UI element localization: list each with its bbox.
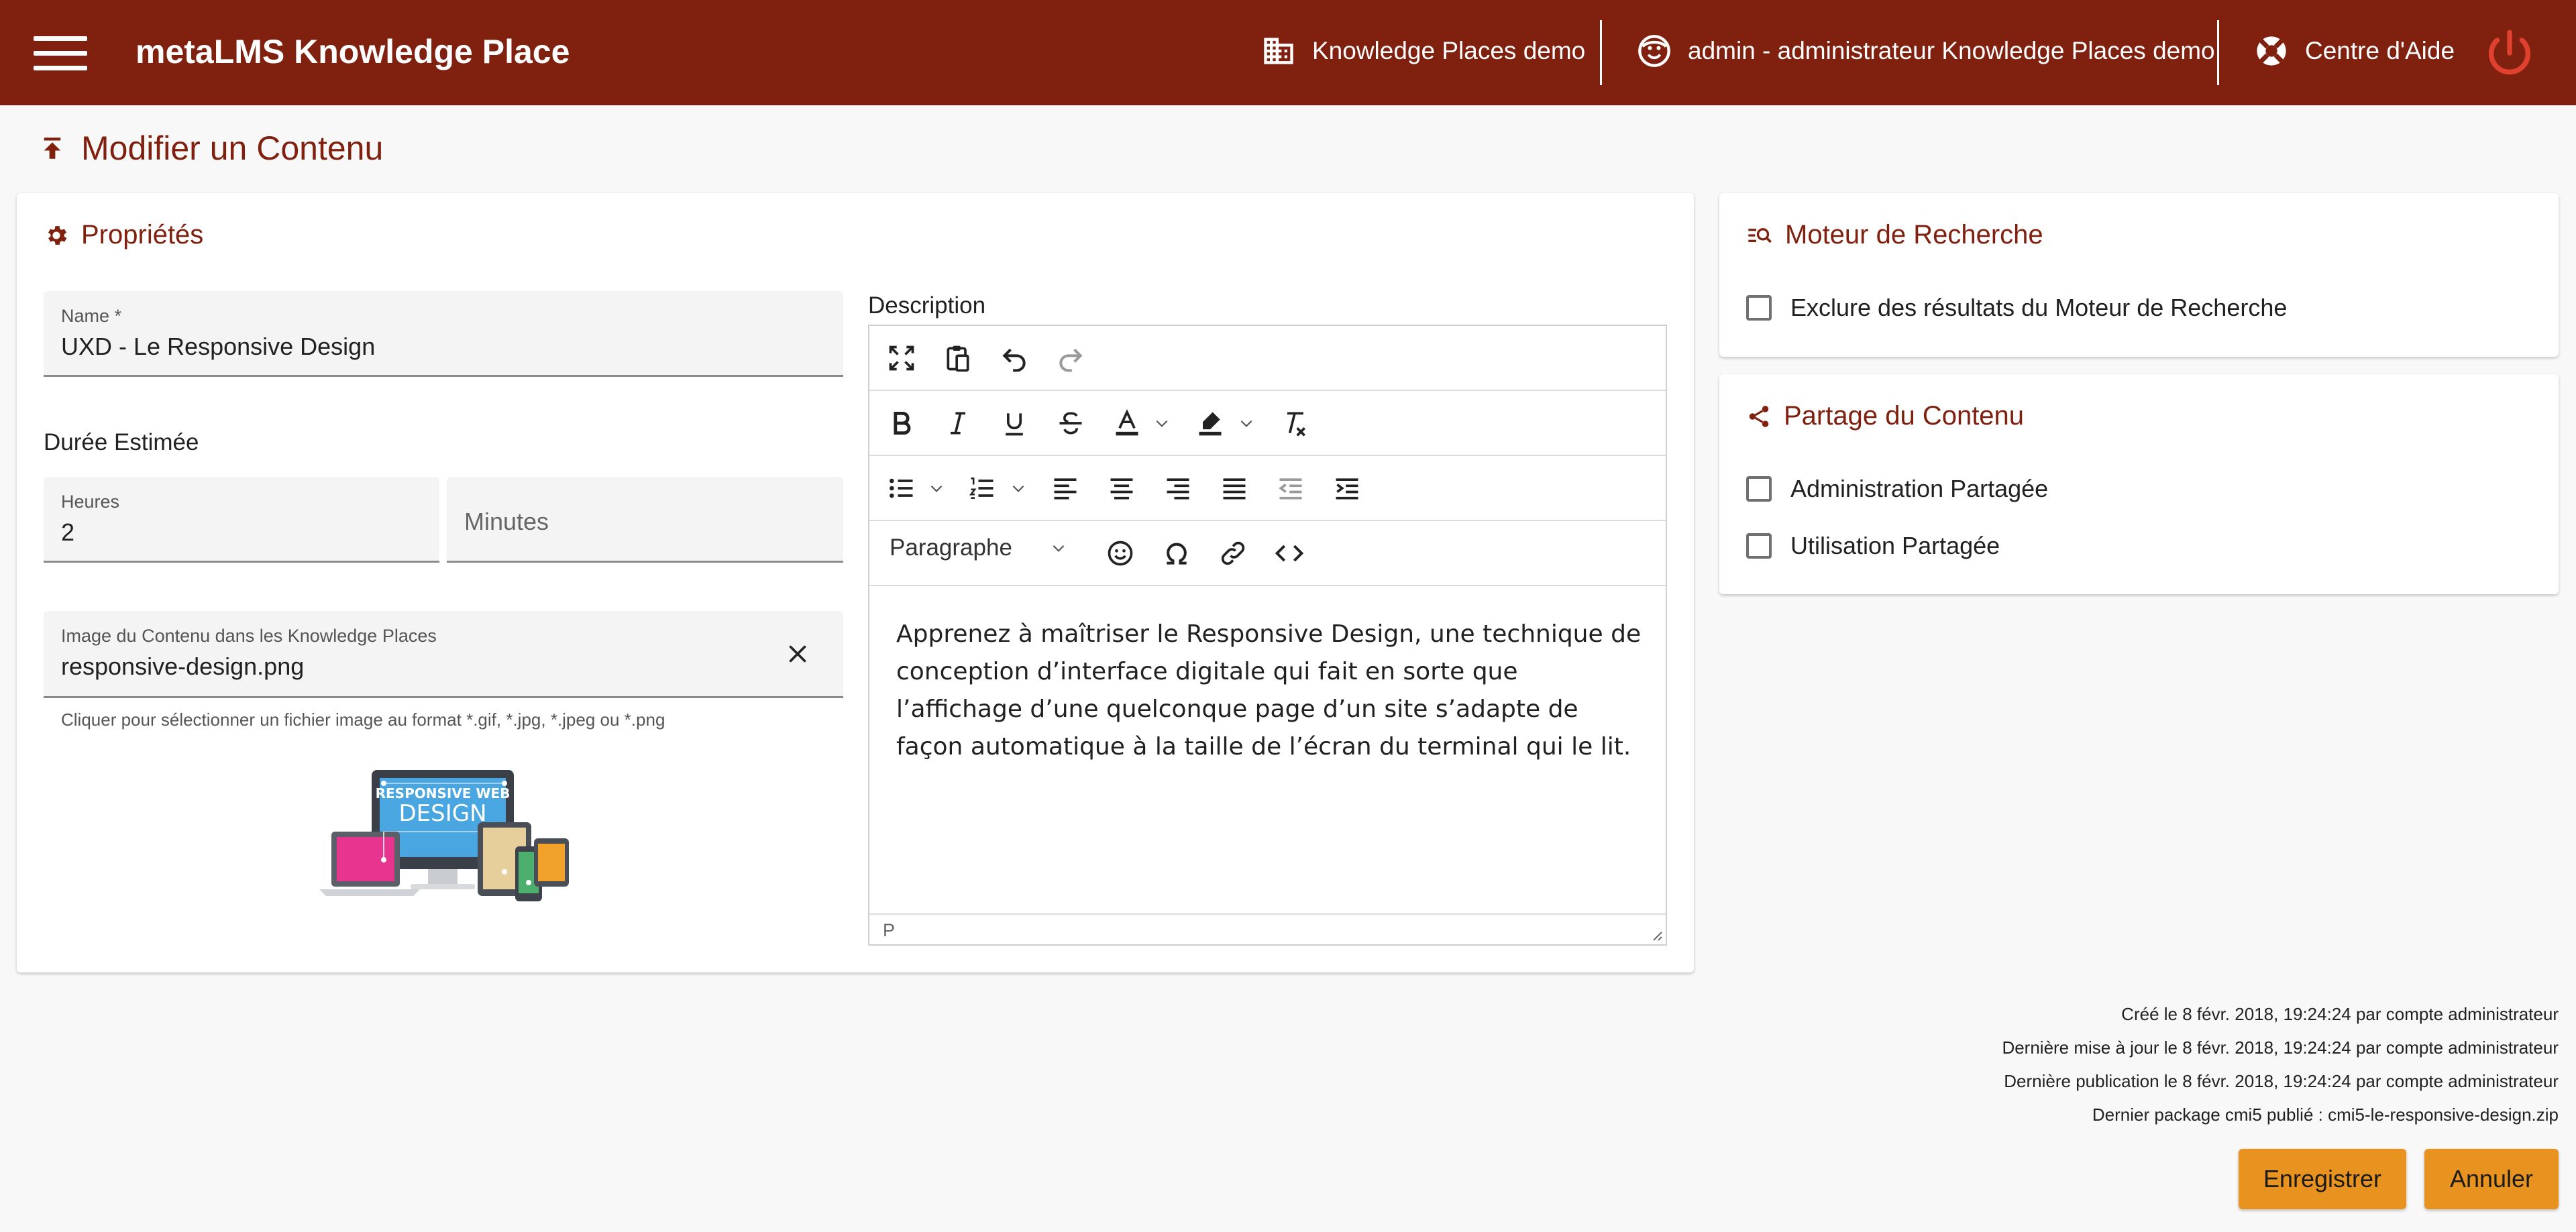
chevron-down-icon[interactable] <box>1008 468 1029 508</box>
exclude-search-checkbox[interactable]: Exclure des résultats du Moteur de Reche… <box>1746 294 2287 322</box>
text-color-icon[interactable] <box>1107 403 1147 443</box>
block-format-value: Paragraphe <box>890 535 1012 561</box>
minutes-field[interactable]: Minutes <box>447 477 843 563</box>
source-code-icon[interactable] <box>1269 533 1309 573</box>
shared-admin-label: Administration Partagée <box>1790 475 2049 502</box>
clear-icon[interactable] <box>786 642 810 666</box>
resize-handle-icon[interactable] <box>1647 926 1663 942</box>
minutes-field-placeholder: Minutes <box>464 508 549 535</box>
bold-icon[interactable] <box>881 403 922 443</box>
description-label: Description <box>868 292 986 319</box>
emoji-icon[interactable] <box>1100 533 1140 573</box>
element-path: P <box>883 920 896 940</box>
align-center-icon[interactable] <box>1102 468 1142 508</box>
strikethrough-icon[interactable] <box>1051 403 1091 443</box>
power-icon[interactable] <box>2482 25 2537 80</box>
chevron-down-icon[interactable] <box>1151 403 1173 443</box>
help-center-label: Centre d'Aide <box>2305 37 2455 64</box>
align-left-icon[interactable] <box>1045 468 1085 508</box>
rich-text-editor: Paragraphe Apprenez à maîtriser le Respo… <box>868 325 1667 946</box>
chevron-down-icon[interactable] <box>926 468 947 508</box>
properties-title: Propriétés <box>44 220 203 250</box>
editor-toolbar-row <box>869 456 1666 521</box>
image-hint: Cliquer pour sélectionner un fichier ima… <box>61 710 665 730</box>
app-title: metaLMS Knowledge Place <box>136 33 570 70</box>
name-field-value: UXD - Le Responsive Design <box>61 333 376 360</box>
header-divider <box>2217 20 2219 85</box>
building-icon <box>1264 38 1293 64</box>
editor-toolbar-row <box>869 391 1666 456</box>
exclude-search-label: Exclure des résultats du Moteur de Reche… <box>1790 294 2288 321</box>
help-center-link[interactable]: Centre d'Aide <box>2254 34 2455 68</box>
numbered-list-icon[interactable] <box>962 468 1002 508</box>
shared-usage-label: Utilisation Partagée <box>1790 532 2000 559</box>
updated-info: Dernière mise à jour le 8 févr. 2018, 19… <box>2002 1038 2559 1058</box>
name-field[interactable]: Name * UXD - Le Responsive Design <box>44 291 843 377</box>
thumbnail-text-line2: DESIGN <box>398 800 486 827</box>
duration-label: Durée Estimée <box>44 429 199 455</box>
undo-icon[interactable] <box>994 338 1034 378</box>
sharing-card: Partage du Contenu Administration Partag… <box>1719 374 2559 594</box>
special-character-icon[interactable] <box>1157 533 1197 573</box>
bullet-list-icon[interactable] <box>881 468 922 508</box>
published-info: Dernière publication le 8 févr. 2018, 19… <box>2004 1071 2559 1091</box>
hours-field-label: Heures <box>61 492 120 512</box>
hours-field[interactable]: Heures 2 <box>44 477 439 563</box>
highlight-color-icon[interactable] <box>1190 403 1230 443</box>
underline-icon[interactable] <box>994 403 1034 443</box>
page-title: Modifier un Contenu <box>38 129 383 168</box>
search-engine-card: Moteur de Recherche Exclure des résultat… <box>1719 193 2559 357</box>
link-icon[interactable] <box>1213 533 1253 573</box>
align-justify-icon[interactable] <box>1214 468 1254 508</box>
share-icon <box>1749 405 1769 427</box>
user-name-label: admin - administrateur Knowledge Places … <box>1688 37 2215 64</box>
indent-icon[interactable] <box>1327 468 1367 508</box>
editor-status-bar: P <box>869 913 1666 944</box>
search-list-icon <box>1748 227 1772 243</box>
editor-content[interactable]: Apprenez à maîtriser le Responsive Desig… <box>896 616 1648 766</box>
upload-icon <box>44 137 61 159</box>
redo-icon[interactable] <box>1051 338 1091 378</box>
clear-formatting-icon[interactable] <box>1275 403 1315 443</box>
top-app-bar: metaLMS Knowledge Place Knowledge Places… <box>0 0 2576 105</box>
image-field-label: Image du Contenu dans les Knowledge Plac… <box>61 626 437 646</box>
paste-icon[interactable] <box>938 338 978 378</box>
header-divider <box>1600 20 1602 85</box>
block-format-select[interactable]: Paragraphe <box>890 535 1067 561</box>
checkbox-box[interactable] <box>1746 533 1772 559</box>
knowledge-place-label: Knowledge Places demo <box>1312 37 1586 64</box>
editor-toolbar-row: Paragraphe <box>869 521 1666 586</box>
gear-icon <box>48 225 67 245</box>
content-thumbnail-image: RESPONSIVE WEB DESIGN <box>319 770 569 901</box>
search-engine-title: Moteur de Recherche <box>1746 220 2043 250</box>
user-face-icon <box>1638 35 1670 67</box>
cancel-button[interactable]: Annuler <box>2424 1149 2559 1209</box>
chevron-down-icon <box>1053 545 1065 552</box>
fullscreen-icon[interactable] <box>881 338 922 378</box>
sharing-title: Partage du Contenu <box>1746 401 2024 431</box>
shared-usage-checkbox[interactable]: Utilisation Partagée <box>1746 532 2000 560</box>
package-info: Dernier package cmi5 publié : cmi5-le-re… <box>2092 1105 2559 1125</box>
align-right-icon[interactable] <box>1158 468 1198 508</box>
created-info: Créé le 8 févr. 2018, 19:24:24 par compt… <box>2121 1004 2559 1024</box>
outdent-icon[interactable] <box>1271 468 1311 508</box>
knowledge-place-link[interactable]: Knowledge Places demo <box>1261 34 1585 68</box>
image-field[interactable]: Image du Contenu dans les Knowledge Plac… <box>44 611 843 698</box>
checkbox-box[interactable] <box>1746 295 1772 321</box>
editor-toolbar-row <box>869 326 1666 391</box>
save-button[interactable]: Enregistrer <box>2239 1149 2406 1209</box>
italic-icon[interactable] <box>938 403 978 443</box>
user-account-link[interactable]: admin - administrateur Knowledge Places … <box>1637 34 2215 68</box>
checkbox-box[interactable] <box>1746 476 1772 502</box>
name-field-label: Name * <box>61 306 122 326</box>
page-title-text: Modifier un Contenu <box>81 129 384 167</box>
shared-admin-checkbox[interactable]: Administration Partagée <box>1746 475 2048 503</box>
thumbnail-text-line1: RESPONSIVE WEB <box>376 785 511 801</box>
hours-field-value: 2 <box>61 518 75 546</box>
image-field-value: responsive-design.png <box>61 653 305 680</box>
lifebuoy-icon <box>2257 36 2286 66</box>
menu-icon[interactable] <box>34 36 87 71</box>
chevron-down-icon[interactable] <box>1236 403 1257 443</box>
